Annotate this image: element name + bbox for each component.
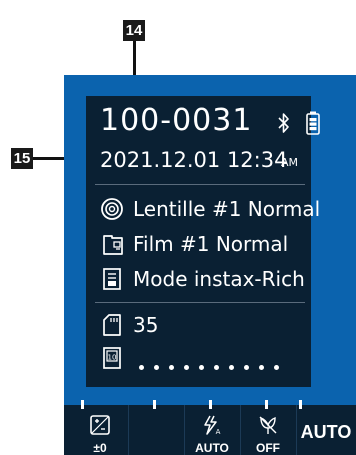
date-value: 2021.12.01 <box>100 148 221 172</box>
frame-counter: 100-0031 <box>100 103 253 138</box>
exposure-icon <box>90 415 110 435</box>
divider <box>95 302 305 303</box>
exposure-compensation-button[interactable]: ±0 <box>72 405 128 455</box>
macro-off-icon <box>259 416 277 434</box>
film-count-dot <box>184 365 189 370</box>
date-time: 2021.12.01 12:34 <box>100 147 287 173</box>
divider <box>95 184 305 185</box>
callout-15: 15 <box>11 148 33 169</box>
sd-card-icon <box>103 314 121 336</box>
film-count-dot <box>139 365 144 370</box>
film-count-dot <box>154 365 159 370</box>
lens-setting-label: Lentille #1 Normal <box>133 197 321 221</box>
bar-divider <box>128 405 129 455</box>
film-count-dot <box>214 365 219 370</box>
svg-text:A: A <box>216 428 221 436</box>
flash-mode-label: AUTO <box>195 441 229 455</box>
film-icon <box>103 235 123 255</box>
film-count-dot <box>169 365 174 370</box>
tick-mark <box>153 400 156 409</box>
battery-icon <box>306 111 320 135</box>
film-count-dot <box>259 365 264 370</box>
time-value: 12:34 <box>226 148 288 172</box>
bluetooth-icon <box>278 113 289 133</box>
film-count-dots <box>139 355 289 374</box>
svg-text:10: 10 <box>108 354 117 362</box>
lens-icon <box>101 198 123 220</box>
am-pm-indicator: AM <box>281 156 299 169</box>
mode-setting-label: Mode instax-Rich <box>133 267 305 291</box>
shots-remaining: 35 <box>133 313 159 337</box>
macro-button[interactable]: OFF <box>240 405 296 455</box>
film-pack-icon: 10 <box>103 347 121 369</box>
mode-icon <box>103 268 121 290</box>
flash-auto-icon: A <box>204 415 221 436</box>
film-count-dot <box>274 365 279 370</box>
macro-mode-label: OFF <box>256 441 280 455</box>
film-count-dot <box>229 365 234 370</box>
film-count-dot <box>199 365 204 370</box>
shooting-mode-button[interactable]: AUTO <box>296 405 356 455</box>
flash-button[interactable]: A AUTO <box>184 405 240 455</box>
callout-14: 14 <box>123 20 145 41</box>
film-count-dot <box>244 365 249 370</box>
shooting-mode-label: AUTO <box>300 422 352 442</box>
film-setting-label: Film #1 Normal <box>133 232 289 256</box>
bottom-bar: ±0 A AUTO OFF AUTO <box>64 400 356 455</box>
exposure-value: ±0 <box>93 441 107 455</box>
